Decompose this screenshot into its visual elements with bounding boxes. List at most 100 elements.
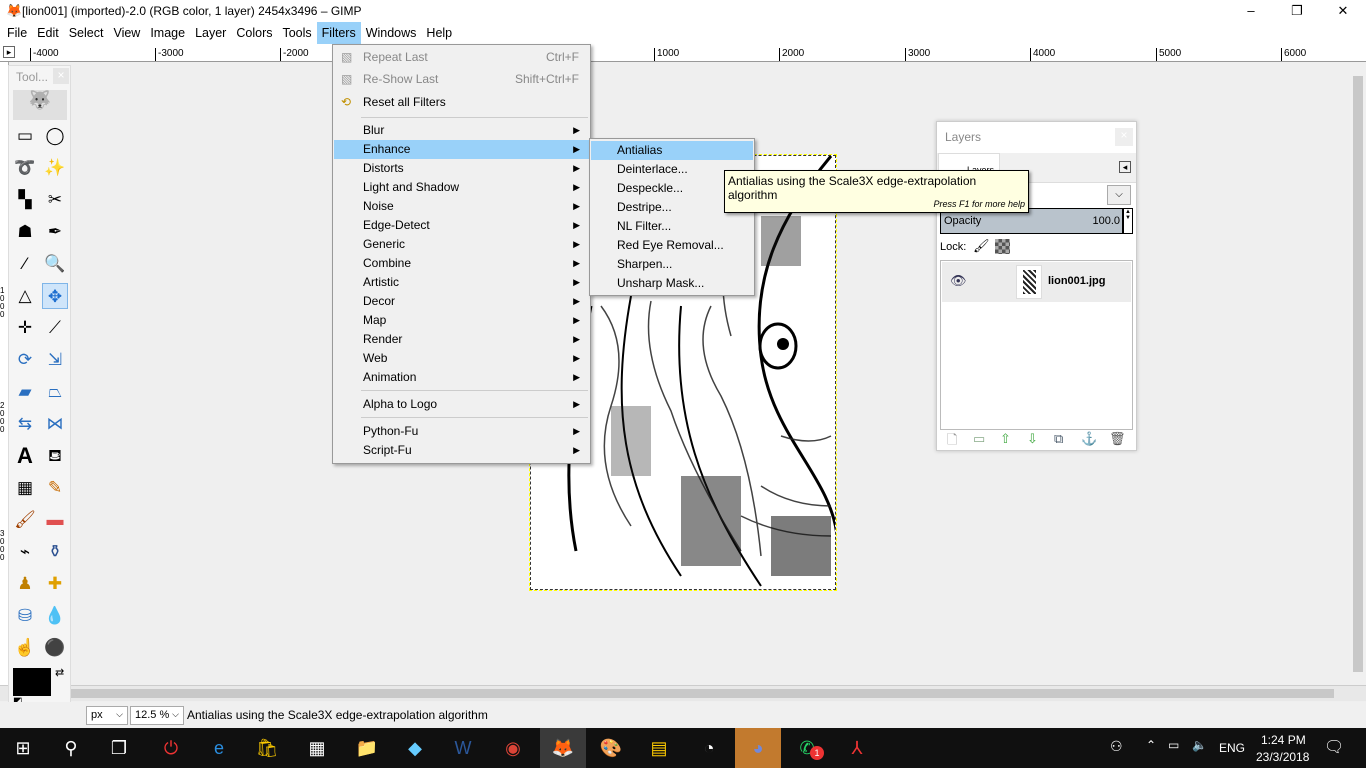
align-icon[interactable]: ✛ [12,315,38,341]
word-icon[interactable]: W [440,728,486,768]
fuzzy-select-icon[interactable]: ✨ [42,155,68,181]
text-icon[interactable]: A [12,443,38,469]
menu-item-edge-detect[interactable]: Edge-Detect ▶ [334,216,589,235]
language-indicator[interactable]: ENG [1219,741,1245,755]
bucket-fill-icon[interactable]: ⛾ [42,443,68,469]
action-center-icon[interactable]: 🗨 [1324,737,1344,757]
scissors-icon[interactable]: ✂ [42,187,68,213]
app-icon[interactable]: ◆ [392,728,438,768]
scale-icon[interactable]: ⇲ [42,347,68,373]
menu-item-unsharp-mask[interactable]: Unsharp Mask... [591,274,753,293]
raise-layer-icon[interactable]: ⇧ [1000,431,1011,447]
menu-item-reshow-last[interactable]: ▧ Re-Show Last Shift+Ctrl+F [334,70,589,89]
app-icon[interactable]: ◔ [686,728,732,768]
rotate-icon[interactable]: ⟳ [12,347,38,373]
clock-time[interactable]: 1:24 PM [1261,733,1306,747]
menu-item-web[interactable]: Web ▶ [334,349,589,368]
file-explorer-icon[interactable]: 📁 [344,728,390,768]
menu-image[interactable]: Image [145,22,190,44]
eraser-icon[interactable]: ▬ [42,507,68,533]
calculator-icon[interactable]: ▦ [294,728,340,768]
visibility-eye-icon[interactable]: 👁 [950,273,967,289]
clock-date[interactable]: 23/3/2018 [1256,750,1309,764]
lasso-icon[interactable]: ➰ [12,155,38,181]
lower-layer-icon[interactable]: ⇩ [1027,431,1038,447]
menu-item-script-fu[interactable]: Script-Fu ▶ [334,441,589,460]
anchor-layer-icon[interactable]: ⚓ [1081,431,1097,447]
gradient-icon[interactable]: ▦ [12,475,38,501]
navigate-icon[interactable]: ▸ [3,46,15,58]
ink-icon[interactable]: ⚱ [42,539,68,565]
close-button[interactable]: ✕ [1320,0,1366,22]
foreground-color-swatch[interactable] [13,668,51,696]
paintbrush-icon[interactable]: 🖌 [12,507,38,533]
menu-item-noise[interactable]: Noise ▶ [334,197,589,216]
power-app-icon[interactable]: ⏻ [148,728,194,768]
perspective-clone-icon[interactable]: ⛁ [12,603,38,629]
paint-icon[interactable]: 🎨 [588,728,634,768]
menu-windows[interactable]: Windows [361,22,422,44]
measure-icon[interactable]: △ [12,283,38,309]
crop-icon[interactable]: ⟋ [42,315,68,341]
menu-item-light-and-shadow[interactable]: Light and Shadow ▶ [334,178,589,197]
pencil-icon[interactable]: ✎ [42,475,68,501]
menu-item-render[interactable]: Render ▶ [334,330,589,349]
menu-item-distorts[interactable]: Distorts ▶ [334,159,589,178]
blur-icon[interactable]: 💧 [42,603,68,629]
menu-item-map[interactable]: Map ▶ [334,311,589,330]
clone-icon[interactable]: ♟ [12,571,38,597]
airbrush-icon[interactable]: ⌁ [12,539,38,565]
swap-colors-icon[interactable]: ⇄ [55,666,64,679]
people-icon[interactable]: ⚇ [1110,738,1123,755]
new-layer-group-icon[interactable]: ▭ [973,431,985,447]
store-icon[interactable]: 🛍 [244,728,290,768]
ellipse-select-icon[interactable]: ◯ [42,123,68,149]
vertical-scrollbar[interactable] [1350,62,1366,686]
task-view-icon[interactable]: ❐ [96,728,142,768]
menu-filters[interactable]: Filters [316,22,361,44]
whatsapp-icon[interactable]: ✆ 1 [784,728,830,768]
foreground-select-icon[interactable]: ☗ [12,219,38,245]
zoom-icon[interactable]: 🔍 [42,251,68,277]
horizontal-scrollbar[interactable] [0,685,1366,701]
maximize-button[interactable]: ❐ [1274,0,1320,22]
files-icon[interactable]: ▤ [636,728,682,768]
menu-item-animation[interactable]: Animation ▶ [334,368,589,387]
opacity-spinner[interactable]: ▲ ▼ [1123,208,1133,234]
menu-layer[interactable]: Layer [190,22,231,44]
menu-item-reset-all-filters[interactable]: ⟲ Reset all Filters [334,93,589,112]
rect-select-icon[interactable]: ▭ [12,123,38,149]
toolbox-close-button[interactable]: × [53,68,69,84]
chrome-icon[interactable]: ◉ [490,728,536,768]
menu-item-blur[interactable]: Blur ▶ [334,121,589,140]
duplicate-layer-icon[interactable]: ⧉ [1054,431,1063,447]
tab-menu-icon[interactable]: ◂ [1119,161,1131,173]
lock-alpha-icon[interactable] [995,239,1010,254]
start-button[interactable]: ⊞ [0,728,46,768]
layers-close-button[interactable]: × [1115,128,1133,146]
menu-item-red-eye-removal[interactable]: Red Eye Removal... [591,236,753,255]
layer-row[interactable]: 👁 lion001.jpg [942,262,1131,302]
menu-item-generic[interactable]: Generic ▶ [334,235,589,254]
menu-item-python-fu[interactable]: Python-Fu ▶ [334,422,589,441]
edge-icon[interactable]: e [196,728,242,768]
zoom-dropdown[interactable]: 12.5 % ⌵ [130,706,184,725]
menu-item-alpha-to-logo[interactable]: Alpha to Logo ▶ [334,395,589,414]
unit-dropdown[interactable]: px ⌵ [86,706,128,725]
mode-dropdown[interactable]: ⌵ [1107,185,1131,205]
menu-select[interactable]: Select [64,22,109,44]
menu-help[interactable]: Help [421,22,457,44]
menu-item-nl-filter[interactable]: NL Filter... [591,217,753,236]
menu-tools[interactable]: Tools [277,22,316,44]
menu-view[interactable]: View [108,22,145,44]
menu-item-combine[interactable]: Combine ▶ [334,254,589,273]
search-icon[interactable]: ⚲ [48,728,94,768]
lock-pixels-icon[interactable]: 🖌 [973,238,990,254]
color-picker-icon[interactable]: ⁄ [12,251,38,277]
new-layer-icon[interactable]: 🗋 [947,431,957,453]
battery-icon[interactable]: ▭ [1168,738,1179,752]
layer-name[interactable]: lion001.jpg [1048,275,1105,287]
delete-layer-icon[interactable]: 🗑 [1109,431,1126,447]
menu-item-enhance[interactable]: Enhance ▶ [334,140,589,159]
show-hidden-icons[interactable]: ⌃ [1146,738,1156,752]
